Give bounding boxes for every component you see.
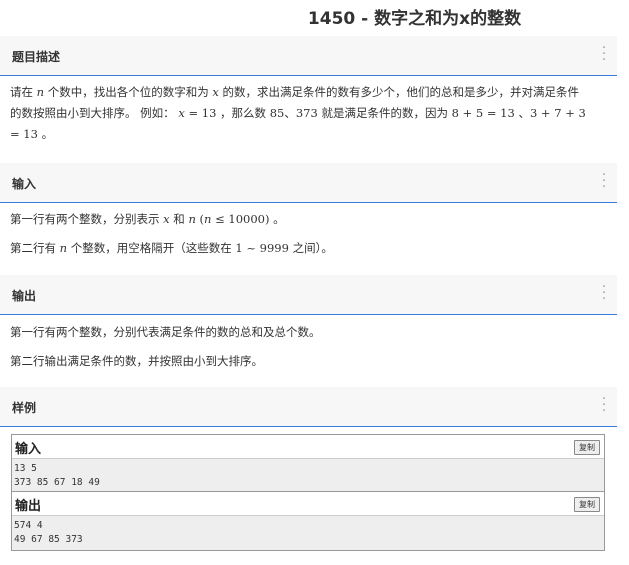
input-text-line1: 第一行有两个整数，分别表示 x 和 n (n ≤ 10000) 。 (10, 212, 285, 226)
description-text: 请在 n 个数中，找出各个位的数字和为 x 的数，求出满足条件的数有多少个，他们… (10, 85, 586, 141)
section-label: 输出 (12, 289, 37, 303)
sample-output-header: 输出 复制 (12, 492, 604, 516)
output-text-line1: 第一行有两个整数，分别代表满足条件的数的总和及总个数。 (10, 325, 321, 339)
section-label: 输入 (12, 177, 37, 191)
output-text-line2: 第二行输出满足条件的数，并按照由小到大排序。 (10, 354, 263, 368)
sample-input-label: 输入 (15, 442, 42, 457)
section-header-sample[interactable]: 样例 · · · (0, 387, 617, 427)
copy-button[interactable]: 复制 (574, 440, 600, 455)
sample-output-label: 输出 (15, 499, 42, 514)
sample-output-content[interactable]: 574 4 49 67 85 373 (12, 516, 604, 550)
page-title: 1450 - 数字之和为x的整数 (307, 9, 522, 29)
more-vertical-icon[interactable]: · · · (602, 281, 606, 306)
copy-button[interactable]: 复制 (574, 497, 600, 512)
section-label: 题目描述 (12, 50, 61, 64)
sample-input-content[interactable]: 13 5 373 85 67 18 49 (12, 459, 604, 493)
section-label: 样例 (12, 401, 37, 415)
section-header-description[interactable]: 题目描述 · · · (0, 36, 617, 76)
sample-input-header: 输入 复制 (12, 435, 604, 459)
sample-output-box: 输出 复制 574 4 49 67 85 373 (11, 491, 605, 551)
section-header-input[interactable]: 输入 · · · (0, 163, 617, 203)
more-vertical-icon[interactable]: · · · (602, 393, 606, 418)
more-vertical-icon[interactable]: · · · (602, 42, 606, 67)
section-header-output[interactable]: 输出 · · · (0, 275, 617, 315)
more-vertical-icon[interactable]: · · · (602, 169, 606, 194)
input-text-line2: 第二行有 n 个整数，用空格隔开（这些数在 1 ~ 9999 之间）。 (10, 241, 333, 255)
sample-input-box: 输入 复制 13 5 373 85 67 18 49 (11, 434, 605, 494)
